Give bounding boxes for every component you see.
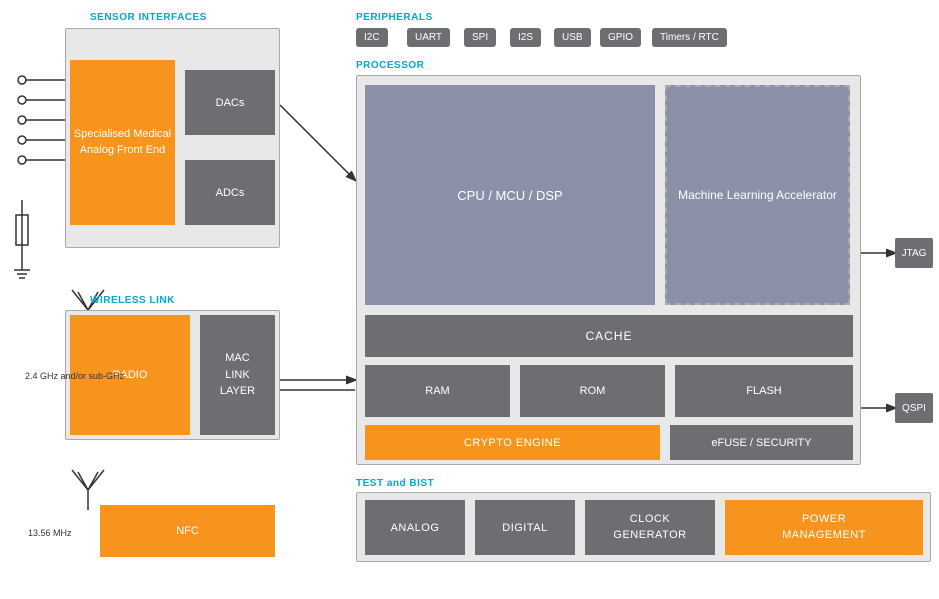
medical-analog-block: Specialised Medical Analog Front End (70, 60, 175, 225)
mac-block: MAC LINK LAYER (200, 315, 275, 435)
nfc-block: NFC (100, 505, 275, 557)
periph-i2s: I2S (510, 28, 541, 47)
efuse-block: eFUSE / SECURITY (670, 425, 853, 460)
peripherals-label: PERIPHERALS (356, 12, 433, 23)
periph-i2c: I2C (356, 28, 388, 47)
processor-label: PROCESSOR (356, 60, 424, 71)
periph-timers: Timers / RTC (652, 28, 727, 47)
rom-block: ROM (520, 365, 665, 417)
digital-block: DIGITAL (475, 500, 575, 555)
freq-label: 2.4 GHz and/or sub-GHz (25, 370, 124, 383)
diagram: SENSOR INTERFACES Specialised Medical An… (0, 0, 939, 599)
periph-gpio: GPIO (600, 28, 641, 47)
wireless-link-label: WIRELESS LINK (90, 295, 175, 306)
periph-spi: SPI (464, 28, 496, 47)
jtag-block: JTAG (895, 238, 933, 268)
clock-generator-block: CLOCK GENERATOR (585, 500, 715, 555)
nfc-freq-label: 13.56 MHz (28, 528, 72, 538)
periph-usb: USB (554, 28, 591, 47)
sensor-interfaces-label: SENSOR INTERFACES (90, 12, 207, 23)
cache-block: CACHE (365, 315, 853, 357)
crypto-block: CRYPTO ENGINE (365, 425, 660, 460)
qspi-block: QSPI (895, 393, 933, 423)
test-bist-label: TEST and BIST (356, 478, 434, 489)
cpu-block: CPU / MCU / DSP (365, 85, 655, 305)
adc-block: ADCs (185, 160, 275, 225)
analog-block: ANALOG (365, 500, 465, 555)
dac-block: DACs (185, 70, 275, 135)
ml-block: Machine Learning Accelerator (665, 85, 850, 305)
power-management-block: POWER MANAGEMENT (725, 500, 923, 555)
ram-block: RAM (365, 365, 510, 417)
flash-block: FLASH (675, 365, 853, 417)
periph-uart: UART (407, 28, 450, 47)
